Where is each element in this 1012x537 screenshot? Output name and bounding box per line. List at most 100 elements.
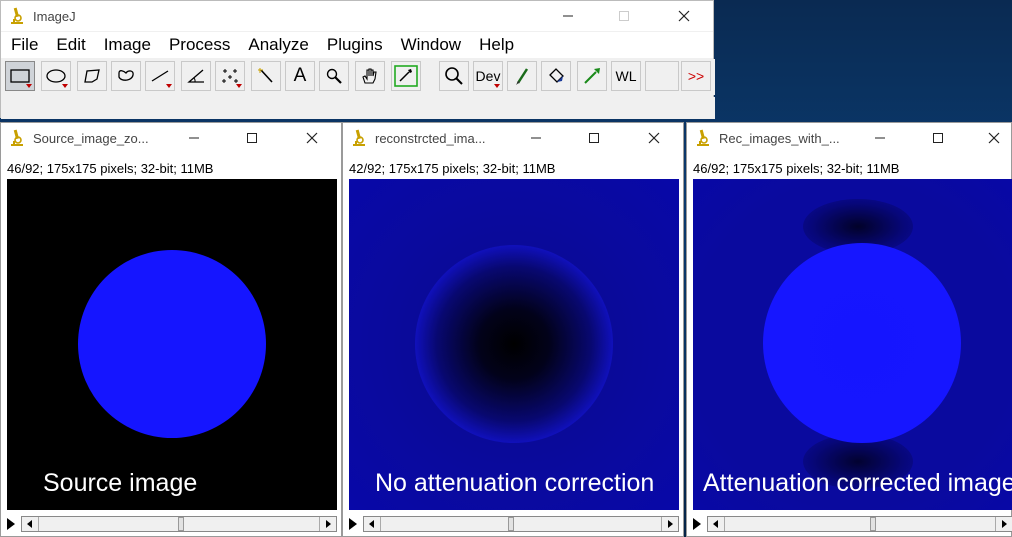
line-tool[interactable] <box>145 61 175 91</box>
stack-slider[interactable] <box>707 516 1012 532</box>
menu-image[interactable]: Image <box>94 35 159 55</box>
image-canvas[interactable]: Attenuation corrected image <box>693 179 1012 510</box>
minimize-icon <box>875 137 885 139</box>
close-button[interactable] <box>289 123 335 153</box>
maximize-icon <box>619 11 629 21</box>
menu-window[interactable]: Window <box>391 35 469 55</box>
hand-icon <box>362 68 377 84</box>
text-tool[interactable]: A <box>285 61 315 91</box>
magnifier-icon <box>326 68 342 84</box>
color-picker-tool[interactable] <box>391 61 421 91</box>
maximize-button[interactable] <box>229 123 275 153</box>
close-icon <box>306 132 318 144</box>
flood-fill-tool[interactable] <box>541 61 571 91</box>
scroll-right-button[interactable] <box>995 517 1012 531</box>
slider-thumb[interactable] <box>508 517 514 531</box>
wand-tool[interactable] <box>251 61 281 91</box>
arrow-icon <box>584 68 600 84</box>
wl-label: WL <box>615 68 637 84</box>
magnifier-tool[interactable] <box>319 61 349 91</box>
maximize-button[interactable] <box>915 123 961 153</box>
multipoint-tool[interactable] <box>215 61 245 91</box>
minimize-button[interactable] <box>513 123 559 153</box>
line-icon <box>151 70 169 82</box>
scroll-left-button[interactable] <box>364 517 381 531</box>
close-button[interactable] <box>661 1 707 31</box>
image-info: 46/92; 175x175 pixels; 32-bit; 11MB <box>7 161 214 176</box>
hand-tool[interactable] <box>355 61 385 91</box>
play-icon[interactable] <box>7 518 15 530</box>
multipoint-icon <box>222 69 238 83</box>
maximize-button[interactable] <box>571 123 617 153</box>
window-title: Source_image_zo... <box>33 130 149 146</box>
play-icon[interactable] <box>693 518 701 530</box>
image-caption: Attenuation corrected image <box>703 469 1012 497</box>
chevron-right-icon <box>1002 520 1007 528</box>
minimize-icon <box>563 15 573 17</box>
more-tools-button[interactable]: >> <box>681 61 711 91</box>
scroll-right-button[interactable] <box>661 517 678 531</box>
angle-tool[interactable] <box>181 61 211 91</box>
rectangle-tool[interactable] <box>5 61 35 91</box>
menu-process[interactable]: Process <box>159 35 238 55</box>
stack-slider-row <box>1 512 341 536</box>
maximize-button[interactable] <box>601 1 647 31</box>
minimize-button[interactable] <box>857 123 903 153</box>
wl-tool[interactable]: WL <box>611 61 641 91</box>
image-canvas[interactable]: Source image <box>7 179 337 510</box>
minimize-button[interactable] <box>171 123 217 153</box>
minimize-button[interactable] <box>545 1 591 31</box>
arrow-tool[interactable] <box>577 61 607 91</box>
tool-bar: A Dev WL >> <box>1 59 715 95</box>
scroll-left-button[interactable] <box>22 517 39 531</box>
image-info: 42/92; 175x175 pixels; 32-bit; 11MB <box>349 161 556 176</box>
minimize-icon <box>189 137 199 139</box>
window-titlebar: reconstrcted_ima... <box>343 123 683 153</box>
imagej-microscope-icon <box>11 129 23 146</box>
rectangle-icon <box>10 69 30 83</box>
menu-help[interactable]: Help <box>469 35 522 55</box>
freehand-icon <box>118 70 134 81</box>
maximize-icon <box>247 133 257 143</box>
close-icon <box>648 132 660 144</box>
zoom-tool[interactable] <box>439 61 469 91</box>
stack-slider[interactable] <box>21 516 337 532</box>
polygon-tool[interactable] <box>77 61 107 91</box>
slider-thumb[interactable] <box>178 517 184 531</box>
image-caption: Source image <box>43 469 198 497</box>
window-titlebar: Rec_images_with_... <box>687 123 1011 153</box>
dev-tool[interactable]: Dev <box>473 61 503 91</box>
brush-tool[interactable] <box>507 61 537 91</box>
text-tool-label: A <box>293 65 307 86</box>
freehand-tool[interactable] <box>111 61 141 91</box>
minimize-icon <box>531 137 541 139</box>
search-icon <box>445 67 463 85</box>
dev-label: Dev <box>475 68 501 84</box>
oval-tool[interactable] <box>41 61 71 91</box>
stack-slider-row <box>687 512 1012 536</box>
menu-file[interactable]: File <box>1 35 46 55</box>
image-canvas[interactable]: No attenuation correction <box>349 179 679 510</box>
close-button[interactable] <box>631 123 677 153</box>
image-caption: No attenuation correction <box>375 469 655 497</box>
imagej-microscope-icon <box>697 129 709 146</box>
close-icon <box>988 132 1000 144</box>
scroll-right-button[interactable] <box>319 517 336 531</box>
scroll-left-button[interactable] <box>708 517 725 531</box>
source-disk <box>78 250 266 438</box>
eyedropper-icon <box>394 65 418 87</box>
oval-icon <box>46 69 66 83</box>
imagej-microscope-icon <box>11 7 23 24</box>
play-icon[interactable] <box>349 518 357 530</box>
reconstructed-ring <box>415 245 613 443</box>
menu-analyze[interactable]: Analyze <box>238 35 316 55</box>
stack-slider[interactable] <box>363 516 679 532</box>
slider-thumb[interactable] <box>870 517 876 531</box>
paint-bucket-icon <box>549 68 564 83</box>
close-button[interactable] <box>975 123 1012 153</box>
menu-plugins[interactable]: Plugins <box>317 35 391 55</box>
window-titlebar: Source_image_zo... <box>1 123 341 153</box>
menu-edit[interactable]: Edit <box>46 35 93 55</box>
empty-tool-slot <box>645 61 679 91</box>
chevron-left-icon <box>369 520 374 528</box>
